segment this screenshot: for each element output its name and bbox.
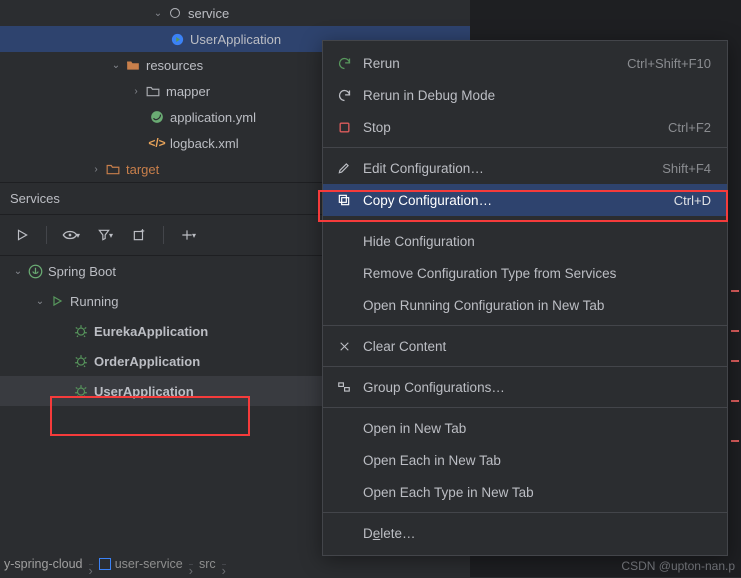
menu-clear-content[interactable]: Clear Content xyxy=(323,330,727,362)
xml-icon: </> xyxy=(148,136,166,150)
spring-boot-icon xyxy=(26,264,44,279)
menu-hide-configuration[interactable]: Hide Configuration xyxy=(323,225,727,257)
bug-icon xyxy=(72,354,90,368)
context-menu: Rerun Ctrl+Shift+F10 Rerun in Debug Mode… xyxy=(322,40,728,556)
menu-edit-configuration[interactable]: Edit Configuration… Shift+F4 xyxy=(323,152,727,184)
chevron-right-icon: › xyxy=(88,164,104,175)
chevron-right-icon: › xyxy=(128,86,144,97)
spring-icon xyxy=(148,110,166,124)
show-icon[interactable]: ▾ xyxy=(61,225,81,245)
chevron-down-icon: ⌄ xyxy=(108,60,124,71)
folder-icon xyxy=(104,163,122,175)
chevron-right-icon: › xyxy=(89,564,93,565)
resources-folder-icon xyxy=(124,59,142,71)
rerun-icon xyxy=(335,56,353,71)
watermark: CSDN @upton-nan.p xyxy=(621,559,735,573)
bug-icon xyxy=(72,384,90,398)
edit-icon xyxy=(335,161,353,175)
group-icon xyxy=(335,380,353,394)
module-icon xyxy=(99,558,111,570)
menu-copy-configuration[interactable]: Copy Configuration… Ctrl+D xyxy=(323,184,727,216)
close-icon xyxy=(335,340,353,353)
tree-item-service[interactable]: ⌄ service xyxy=(0,0,470,26)
copy-icon xyxy=(335,193,353,207)
menu-open-running-config[interactable]: Open Running Configuration in New Tab xyxy=(323,289,727,321)
add-icon[interactable]: ▾ xyxy=(178,225,198,245)
menu-open-each-new-tab[interactable]: Open Each in New Tab xyxy=(323,444,727,476)
delete-label: Delete… xyxy=(363,526,711,541)
class-run-icon xyxy=(168,32,186,47)
new-window-icon[interactable] xyxy=(129,225,149,245)
play-icon xyxy=(48,295,66,307)
chevron-down-icon: ⌄ xyxy=(150,8,166,19)
stop-icon xyxy=(335,121,353,134)
chevron-right-icon: › xyxy=(222,564,226,565)
filter-icon[interactable]: ▾ xyxy=(95,225,115,245)
menu-remove-config-type[interactable]: Remove Configuration Type from Services xyxy=(323,257,727,289)
menu-rerun-debug[interactable]: Rerun in Debug Mode xyxy=(323,79,727,111)
bug-icon xyxy=(72,324,90,338)
folder-icon xyxy=(166,7,184,19)
breadcrumb[interactable]: y-spring-cloud › user-service › src › xyxy=(4,557,226,571)
chevron-down-icon: ⌄ xyxy=(32,296,48,307)
chevron-right-icon: › xyxy=(189,564,193,565)
menu-rerun[interactable]: Rerun Ctrl+Shift+F10 xyxy=(323,47,727,79)
menu-stop[interactable]: Stop Ctrl+F2 xyxy=(323,111,727,143)
menu-open-new-tab[interactable]: Open in New Tab xyxy=(323,412,727,444)
folder-icon xyxy=(144,85,162,97)
menu-open-each-type-new-tab[interactable]: Open Each Type in New Tab xyxy=(323,476,727,508)
rerun-debug-icon xyxy=(335,88,353,103)
menu-delete[interactable]: Delete… xyxy=(323,517,727,549)
chevron-down-icon: ⌄ xyxy=(10,266,26,277)
run-icon[interactable] xyxy=(12,225,32,245)
menu-group-configurations[interactable]: Group Configurations… xyxy=(323,371,727,403)
